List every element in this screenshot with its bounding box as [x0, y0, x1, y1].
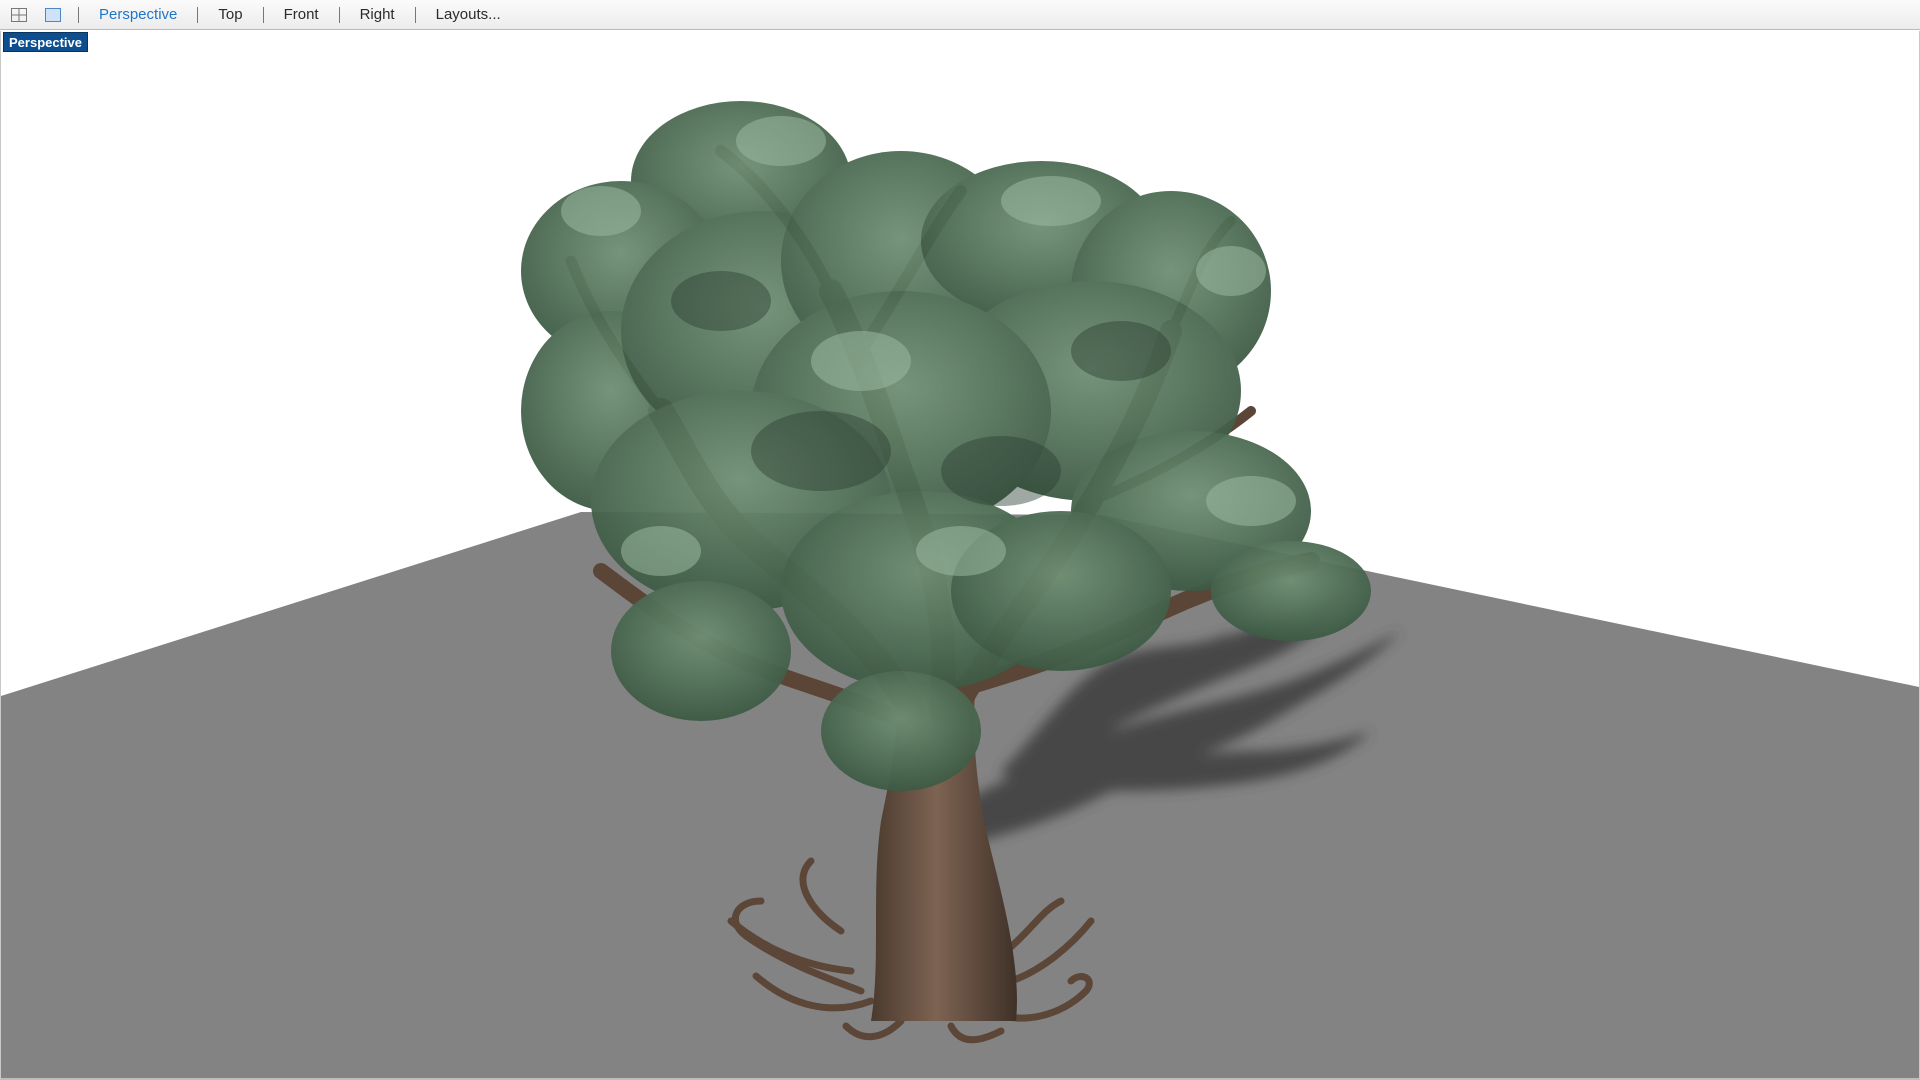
viewport-toolbar: Perspective Top Front Right Layouts... [0, 0, 1920, 30]
layouts-menu[interactable]: Layouts... [436, 6, 501, 23]
tab-right[interactable]: Right [360, 6, 395, 23]
tab-perspective[interactable]: Perspective [99, 6, 177, 23]
3d-scene [1, 101, 1919, 1078]
tab-front[interactable]: Front [284, 6, 319, 23]
toolbar-separator [78, 6, 79, 23]
toolbar-separator [414, 6, 416, 23]
toolbar-separator [262, 6, 264, 23]
toolbar-separator [197, 6, 199, 23]
toolbar-separator [338, 6, 340, 23]
single-viewport-layout-icon[interactable] [44, 7, 62, 23]
viewport-label[interactable]: Perspective [3, 32, 88, 52]
perspective-viewport[interactable]: Perspective [0, 31, 1920, 1080]
four-viewport-layout-icon[interactable] [10, 7, 28, 23]
tab-top[interactable]: Top [218, 6, 242, 23]
